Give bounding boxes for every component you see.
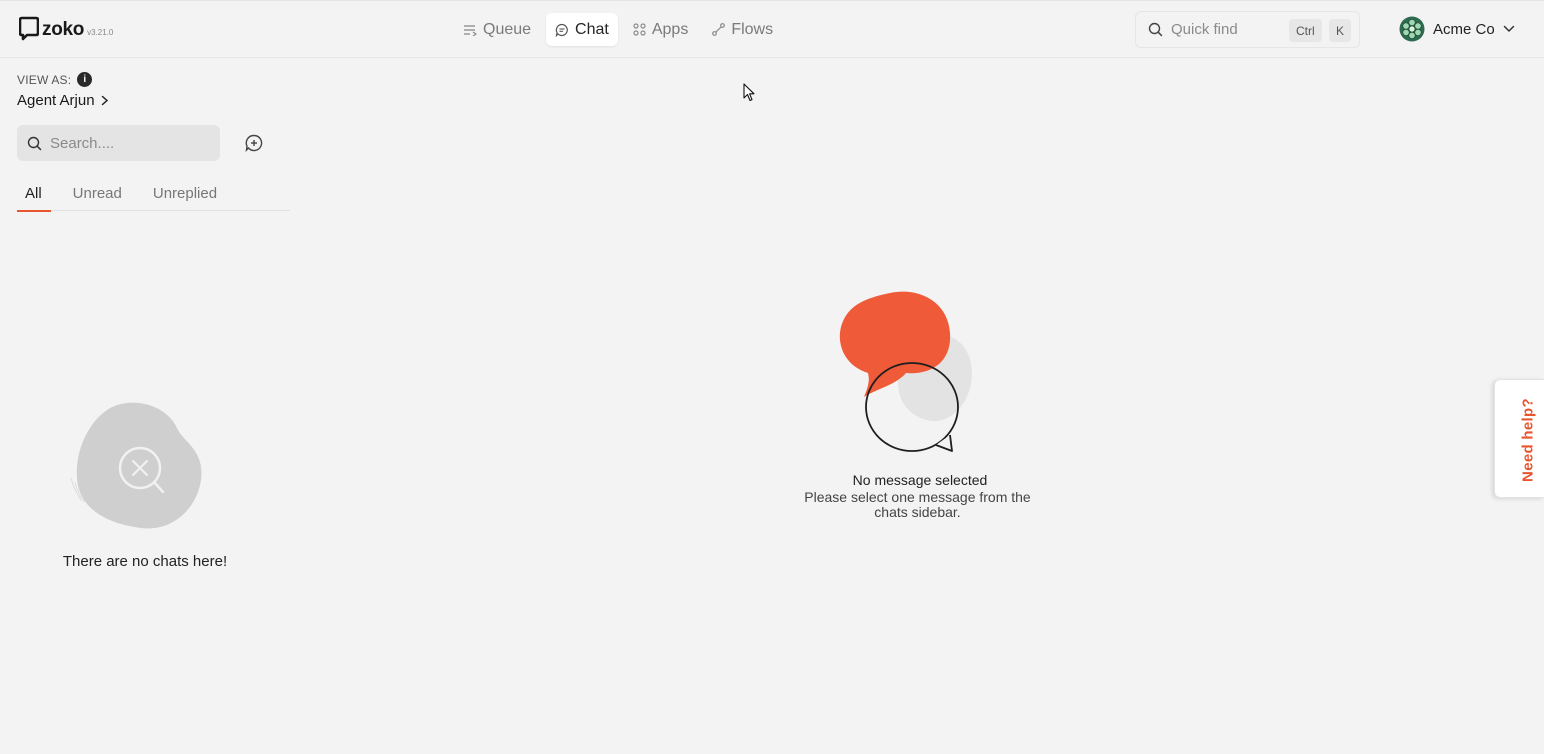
mouse-cursor-icon (743, 83, 755, 102)
top-bar: zoko v3.21.0 Queue Chat Apps Flows Quick… (0, 1, 1544, 58)
need-help-tab[interactable]: Need help? (1494, 379, 1544, 498)
zoko-logo-icon (19, 16, 39, 41)
view-as-label: VIEW AS: (17, 72, 72, 87)
nav-chat-label: Chat (575, 20, 609, 38)
new-chat-button[interactable] (237, 126, 271, 160)
view-as: VIEW AS: i (17, 72, 93, 87)
chat-bubbles-illustration (839, 291, 972, 452)
need-help-label: Need help? (1519, 398, 1537, 482)
nav-apps-label: Apps (651, 20, 689, 38)
flows-icon (712, 23, 726, 36)
no-message-title: No message selected (852, 472, 988, 488)
chat-filter-tabs: All Unread Unreplied (17, 180, 290, 212)
nav-queue-label: Queue (483, 20, 532, 38)
new-chat-icon (245, 134, 263, 152)
quick-find-label: Quick find (1171, 21, 1238, 38)
agent-selector[interactable]: Agent Arjun (17, 92, 109, 109)
search-icon (27, 136, 42, 150)
chat-icon (555, 23, 568, 37)
account-avatar-icon (1399, 16, 1425, 42)
account-name: Acme Co (1433, 20, 1495, 38)
chat-sidebar: VIEW AS: i Agent Arjun All Unre (0, 58, 290, 754)
shortcut-key-ctrl: Ctrl (1289, 19, 1322, 42)
agent-name: Agent Arjun (17, 92, 95, 109)
shortcut-key-k: K (1329, 19, 1352, 42)
chat-search-input[interactable] (50, 134, 210, 152)
brand-name: zoko (42, 19, 85, 40)
empty-chat-list-text: There are no chats here! (62, 553, 228, 570)
nav-queue[interactable]: Queue (454, 13, 540, 46)
account-switcher[interactable]: Acme Co (1399, 16, 1515, 42)
nav-apps[interactable]: Apps (624, 13, 697, 46)
no-results-illustration (70, 402, 202, 529)
nav-flows-label: Flows (731, 20, 774, 38)
nav-chat[interactable]: Chat (546, 13, 618, 46)
main-nav: Queue Chat Apps Flows (454, 13, 782, 46)
tab-unreplied[interactable]: Unreplied (144, 180, 226, 211)
quick-find-button[interactable]: Quick find Ctrl K (1135, 11, 1360, 48)
chevron-right-icon (101, 95, 108, 106)
tab-all[interactable]: All (17, 180, 51, 212)
app-window: zoko v3.21.0 Queue Chat Apps Flows Quick… (0, 0, 1544, 754)
brand-logo[interactable]: zoko v3.21.0 (19, 16, 113, 41)
nav-flows[interactable]: Flows (703, 13, 782, 46)
app-version: v3.21.0 (87, 28, 114, 37)
no-message-description: Please select one message from the chats… (804, 489, 1031, 520)
search-icon (1148, 22, 1163, 37)
chevron-down-icon (1503, 25, 1514, 33)
chat-search (17, 125, 220, 161)
queue-icon (464, 24, 477, 36)
apps-icon (633, 23, 646, 36)
tab-unread[interactable]: Unread (64, 180, 131, 211)
info-icon[interactable]: i (77, 72, 93, 87)
